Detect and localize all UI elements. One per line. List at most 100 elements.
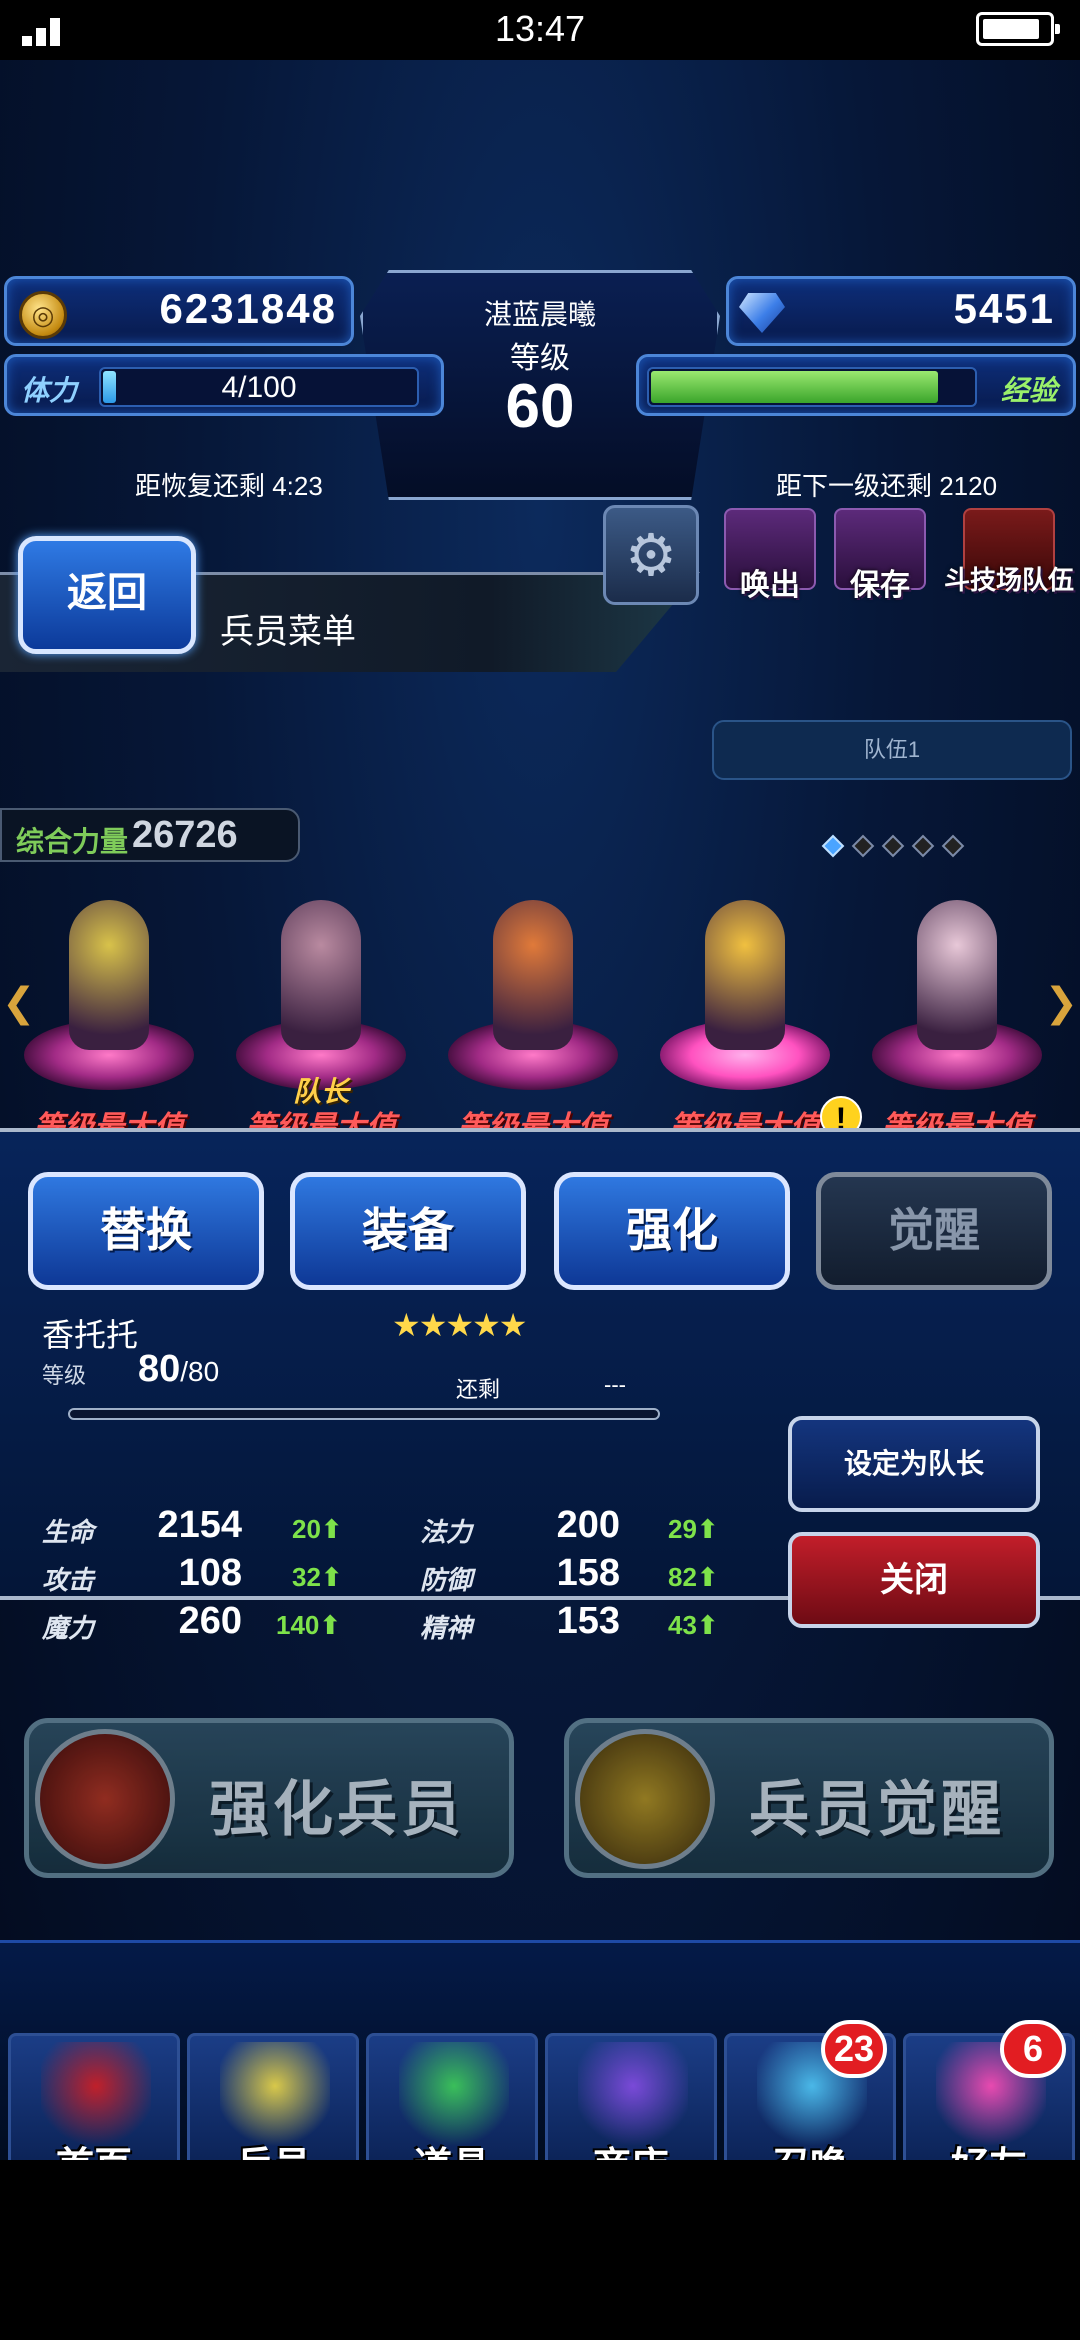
stat-def: 防御 158 82⬆ — [420, 1552, 719, 1596]
player-name: 湛蓝晨曦 — [483, 299, 596, 330]
status-bar: 13:47 — [0, 0, 1080, 60]
arena-party-button[interactable]: 斗技场队伍 — [942, 508, 1076, 636]
stat-label: 法力 — [420, 1517, 473, 1547]
gil-amount: 6231848 — [159, 285, 337, 332]
gem-panel: 5451 — [726, 276, 1076, 346]
page-dot[interactable] — [941, 834, 965, 858]
unit-slot[interactable]: 等级最大值 — [862, 870, 1052, 1150]
battery-icon — [976, 12, 1060, 46]
stat-mp: 法力 200 29⬆ — [420, 1504, 719, 1548]
stat-label: 攻击 — [42, 1565, 95, 1595]
stat-value: 2154 — [157, 1504, 242, 1546]
stat-increase: 32⬆ — [292, 1562, 343, 1592]
summon-party-label: 唤出 — [740, 569, 800, 602]
enhance-button[interactable]: 强化 — [554, 1172, 790, 1290]
awaken-emblem-icon — [575, 1729, 715, 1869]
stamina-bar: 4/100 — [99, 367, 419, 407]
recover-timer: 距恢复还剩 4:23 — [135, 471, 323, 501]
unit-level-row: 等级 80/80 — [42, 1348, 219, 1390]
save-party-label: 保存 — [850, 569, 910, 602]
page-dot[interactable] — [851, 834, 875, 858]
close-button[interactable]: 关闭 — [788, 1532, 1040, 1628]
awaken-unit-button[interactable]: 兵员觉醒 — [564, 1718, 1054, 1878]
stat-increase: 20⬆ — [292, 1514, 343, 1544]
exp-panel: 经验 — [636, 354, 1076, 416]
stamina-value: 4/100 — [221, 371, 297, 404]
summon-party-button[interactable]: 唤出 — [720, 508, 820, 636]
gil-coin-icon — [19, 291, 67, 339]
rarity-stars: ★★★★★ — [392, 1307, 527, 1343]
stat-mag: 魔力 260 140⬆ — [42, 1600, 341, 1644]
stamina-label: 体力 — [21, 375, 78, 406]
bottom-bezel — [0, 2160, 1080, 2340]
enhance-emblem-icon — [35, 1729, 175, 1869]
party-tab[interactable]: 队伍1 — [712, 720, 1072, 780]
stat-increase: 43⬆ — [668, 1610, 719, 1640]
exp-bar — [647, 367, 977, 407]
exp-label: 经验 — [1000, 375, 1057, 406]
total-power-panel: 综合力量 26726 — [0, 808, 300, 862]
equip-button[interactable]: 装备 — [290, 1172, 526, 1290]
notification-badge: 23 — [821, 2020, 887, 2078]
total-power-value: 26726 — [132, 814, 238, 856]
stat-increase: 140⬆ — [276, 1610, 342, 1640]
unit-level-current: 80 — [138, 1348, 181, 1390]
stat-value: 108 — [178, 1552, 242, 1594]
unit-sprite — [281, 900, 361, 1050]
unit-sprite — [493, 900, 573, 1050]
stat-increase: 82⬆ — [668, 1562, 719, 1592]
enhance-unit-label: 强化兵员 — [209, 1776, 465, 1843]
stat-label: 防御 — [420, 1565, 473, 1595]
next-level-exp: 距下一级还剩 2120 — [776, 471, 998, 501]
stat-value: 200 — [556, 1504, 620, 1546]
stat-label: 生命 — [42, 1517, 95, 1547]
settings-gear-icon[interactable]: ⚙ — [603, 505, 699, 605]
unit-sprite — [917, 900, 997, 1050]
unit-slot[interactable]: 等级最大值 — [438, 870, 628, 1150]
stat-hp: 生命 2154 20⬆ — [42, 1504, 343, 1548]
unit-sprite — [69, 900, 149, 1050]
party-units-row: ❮ ❯ 等级最大值队长等级最大值等级最大值等级最大值!等级最大值 — [0, 870, 1080, 1150]
stat-value: 260 — [178, 1600, 242, 1642]
back-button[interactable]: 返回 — [18, 536, 196, 654]
page-dot[interactable] — [911, 834, 935, 858]
enhance-unit-button[interactable]: 强化兵员 — [24, 1718, 514, 1878]
stat-label: 精神 — [420, 1613, 473, 1643]
unit-level-max: /80 — [180, 1356, 220, 1387]
lapis-gem-icon — [739, 293, 785, 333]
stat-value: 158 — [556, 1552, 620, 1594]
unit-exp-bar — [68, 1408, 660, 1420]
unit-level-label: 等级 — [42, 1363, 87, 1388]
stat-value: 153 — [556, 1600, 620, 1642]
notification-badge: 6 — [1000, 2020, 1066, 2078]
awaken-unit-label: 兵员觉醒 — [749, 1776, 1005, 1843]
arena-party-label: 斗技场队伍 — [943, 565, 1074, 595]
page-dot[interactable] — [821, 834, 845, 858]
unit-slot[interactable]: 等级最大值! — [650, 870, 862, 1150]
party-page-indicator[interactable] — [818, 834, 968, 859]
awaken-button[interactable]: 觉醒 — [816, 1172, 1052, 1290]
stat-atk: 攻击 108 32⬆ — [42, 1552, 343, 1596]
status-time: 13:47 — [494, 8, 586, 49]
stamina-panel: 体力 4/100 — [4, 354, 444, 416]
unit-detail-panel: 替换 装备 强化 觉醒 香托托 ★★★★★ 等级 80/80 还剩 --- 生命… — [0, 1128, 1080, 1643]
page-dot[interactable] — [881, 834, 905, 858]
replace-button[interactable]: 替换 — [28, 1172, 264, 1290]
remain-label: 还剩 — [456, 1377, 501, 1402]
unit-slot[interactable]: 等级最大值 — [14, 870, 204, 1150]
remain-value: --- — [604, 1372, 626, 1397]
exp-bar-fill — [651, 371, 938, 403]
total-power-label: 综合力量 — [16, 826, 129, 857]
page-title: 兵员菜单 — [220, 613, 356, 651]
stat-spr: 精神 153 43⬆ — [420, 1600, 719, 1644]
gem-amount: 5451 — [953, 285, 1055, 332]
game-screen: 6231848 5451 湛蓝晨曦 等级 60 体力 4/100 距恢复还剩 4… — [0, 60, 1080, 2300]
resource-hud: 6231848 5451 湛蓝晨曦 等级 60 体力 4/100 距恢复还剩 4… — [0, 270, 1080, 510]
unit-level-value: 80/80 — [138, 1348, 219, 1391]
save-party-button[interactable]: 保存 — [830, 508, 930, 636]
gil-panel: 6231848 — [4, 276, 354, 346]
set-leader-button[interactable]: 设定为队长 — [788, 1416, 1040, 1512]
unit-slot[interactable]: 队长等级最大值 — [226, 870, 416, 1150]
unit-name: 香托托 — [42, 1317, 139, 1353]
stat-label: 魔力 — [42, 1613, 95, 1643]
